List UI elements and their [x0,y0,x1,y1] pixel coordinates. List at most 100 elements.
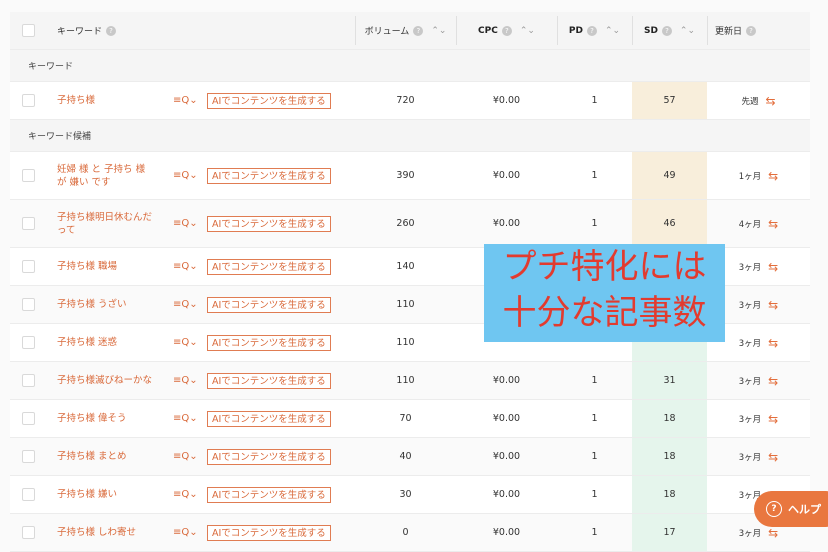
keyword-line1: 子持ち様 迷惑 [57,337,118,348]
search-list-icon[interactable]: ≡Q⌄ [173,218,198,229]
ai-generate-button[interactable]: AIでコンテンツを生成する [207,524,331,541]
keyword-link[interactable]: 子持ち様滅びねーかな [57,374,152,387]
sd-value: 18 [663,489,676,500]
sd-value: 49 [663,170,676,181]
sort-icon[interactable]: ⌃⌄ [680,26,695,36]
table-header: キーワード ? ボリューム ? ⌃⌄ CPC ? ⌃⌄ PD ? ⌃⌄ SD ?… [10,12,810,50]
keyword-line1: 子持ち様滅びねーかな [57,375,153,386]
keyword-link[interactable]: 子持ち様 まとめ [57,450,127,463]
updated-value: 3ヶ月 [738,300,762,311]
ai-generate-button[interactable]: AIでコンテンツを生成する [207,486,331,503]
pd-value: 1 [591,95,598,106]
search-list-icon[interactable]: ≡Q⌄ [173,451,198,462]
ai-generate-button[interactable]: AIでコンテンツを生成する [207,372,331,389]
ai-generate-button[interactable]: AIでコンテンツを生成する [207,167,331,184]
help-icon[interactable]: ? [586,25,597,36]
search-list-icon[interactable]: ≡Q⌄ [173,413,198,424]
sd-value: 18 [663,451,676,462]
row-checkbox[interactable] [21,260,35,273]
help-icon[interactable]: ? [746,25,757,36]
keyword-link[interactable]: 子持ち様 嫌い [57,488,117,501]
pd-value: 1 [591,489,598,500]
search-list-icon[interactable]: ≡Q⌄ [173,527,198,538]
keyword-line1: 子持ち様 職場 [57,261,118,272]
updated-value: 3ヶ月 [738,262,762,273]
keyword-link[interactable]: 子持ち様 偉そう [57,412,127,425]
row-checkbox[interactable] [21,488,35,501]
row-checkbox[interactable] [21,412,35,425]
ai-generate-button[interactable]: AIでコンテンツを生成する [207,296,331,313]
keyword-link[interactable]: 子持ち様 迷惑 [57,336,117,349]
search-list-icon[interactable]: ≡Q⌄ [173,337,198,348]
row-checkbox[interactable] [21,298,35,311]
row-checkbox[interactable] [21,526,35,539]
ai-generate-button[interactable]: AIでコンテンツを生成する [207,410,331,427]
refresh-icon[interactable]: ⇆ [768,450,778,464]
keyword-link[interactable]: 子持ち様 [57,94,95,107]
ai-generate-button[interactable]: AIでコンテンツを生成する [207,215,331,232]
keyword-line1: 子持ち様 しわ寄せ [57,527,137,538]
refresh-icon[interactable]: ⇆ [765,94,775,108]
sort-icon[interactable]: ⌃⌄ [520,26,535,36]
sort-pd[interactable]: PD ? ⌃⌄ [557,12,632,49]
search-list-icon[interactable]: ≡Q⌄ [173,170,198,181]
refresh-icon[interactable]: ⇆ [768,412,778,426]
header-pd: PD [568,25,583,36]
refresh-icon[interactable]: ⇆ [768,217,778,231]
row-checkbox[interactable] [21,94,35,107]
keyword-line1: 子持ち様 まとめ [57,451,127,462]
help-label: ヘルプ [788,503,821,516]
sort-cpc[interactable]: CPC ? ⌃⌄ [456,12,557,49]
search-list-icon[interactable]: ≡Q⌄ [173,261,198,272]
cpc-value: ¥0.00 [492,95,521,106]
table-row: 子持ち様 ≡Q⌄ AIでコンテンツを生成する 720 ¥0.00 1 57 先週… [10,82,810,120]
row-checkbox[interactable] [21,450,35,463]
pd-value: 1 [591,375,598,386]
sort-icon[interactable]: ⌃⌄ [431,26,446,36]
sort-volume[interactable]: ボリューム ? ⌃⌄ [355,12,456,49]
row-checkbox[interactable] [21,217,35,230]
table-row: 子持ち様 まとめ ≡Q⌄ AIでコンテンツを生成する 40 ¥0.00 1 18 3ヶ月 ⇆ [10,438,810,476]
keyword-line2: が 嫌い です [57,176,111,188]
select-all-checkbox[interactable] [21,24,35,37]
help-icon[interactable]: ? [106,25,117,36]
search-list-icon[interactable]: ≡Q⌄ [173,95,198,106]
updated-value: 4ヶ月 [738,219,762,230]
keyword-link[interactable]: 子持ち様 うざい [57,298,127,311]
row-checkbox[interactable] [21,336,35,349]
refresh-icon[interactable]: ⇆ [768,374,778,388]
help-icon[interactable]: ? [661,25,672,36]
refresh-icon[interactable]: ⇆ [768,298,778,312]
question-circle-icon: ? [766,501,782,517]
refresh-icon[interactable]: ⇆ [768,169,778,183]
search-list-icon[interactable]: ≡Q⌄ [173,299,198,310]
keyword-link[interactable]: 子持ち様明日休むんだ って [57,211,152,237]
sort-icon[interactable]: ⌃⌄ [605,26,620,36]
ai-generate-button[interactable]: AIでコンテンツを生成する [207,448,331,465]
volume-value: 70 [399,413,412,424]
keyword-link[interactable]: 子持ち様 職場 [57,260,117,273]
help-icon[interactable]: ? [501,25,512,36]
cpc-value: ¥0.00 [492,170,521,181]
row-checkbox[interactable] [21,374,35,387]
search-list-icon[interactable]: ≡Q⌄ [173,489,198,500]
refresh-icon[interactable]: ⇆ [768,336,778,350]
ai-generate-button[interactable]: AIでコンテンツを生成する [207,334,331,351]
annotation-overlay: プチ特化には 十分な記事数 [484,244,725,342]
keyword-link[interactable]: 妊婦 様 と 子持ち 様が 嫌い です [57,163,145,189]
ai-generate-button[interactable]: AIでコンテンツを生成する [207,258,331,275]
updated-value: 3ヶ月 [738,528,762,539]
volume-value: 0 [402,527,409,538]
ai-generate-button[interactable]: AIでコンテンツを生成する [207,92,331,109]
volume-value: 110 [396,337,415,348]
help-button[interactable]: ? ヘルプ [754,491,828,527]
sort-sd[interactable]: SD ? ⌃⌄ [632,12,707,49]
refresh-icon[interactable]: ⇆ [768,526,778,540]
volume-value: 110 [396,299,415,310]
help-icon[interactable]: ? [413,25,424,36]
search-list-icon[interactable]: ≡Q⌄ [173,375,198,386]
row-checkbox[interactable] [21,169,35,182]
keyword-link[interactable]: 子持ち様 しわ寄せ [57,526,136,539]
refresh-icon[interactable]: ⇆ [768,260,778,274]
cpc-value: ¥0.00 [492,451,521,462]
